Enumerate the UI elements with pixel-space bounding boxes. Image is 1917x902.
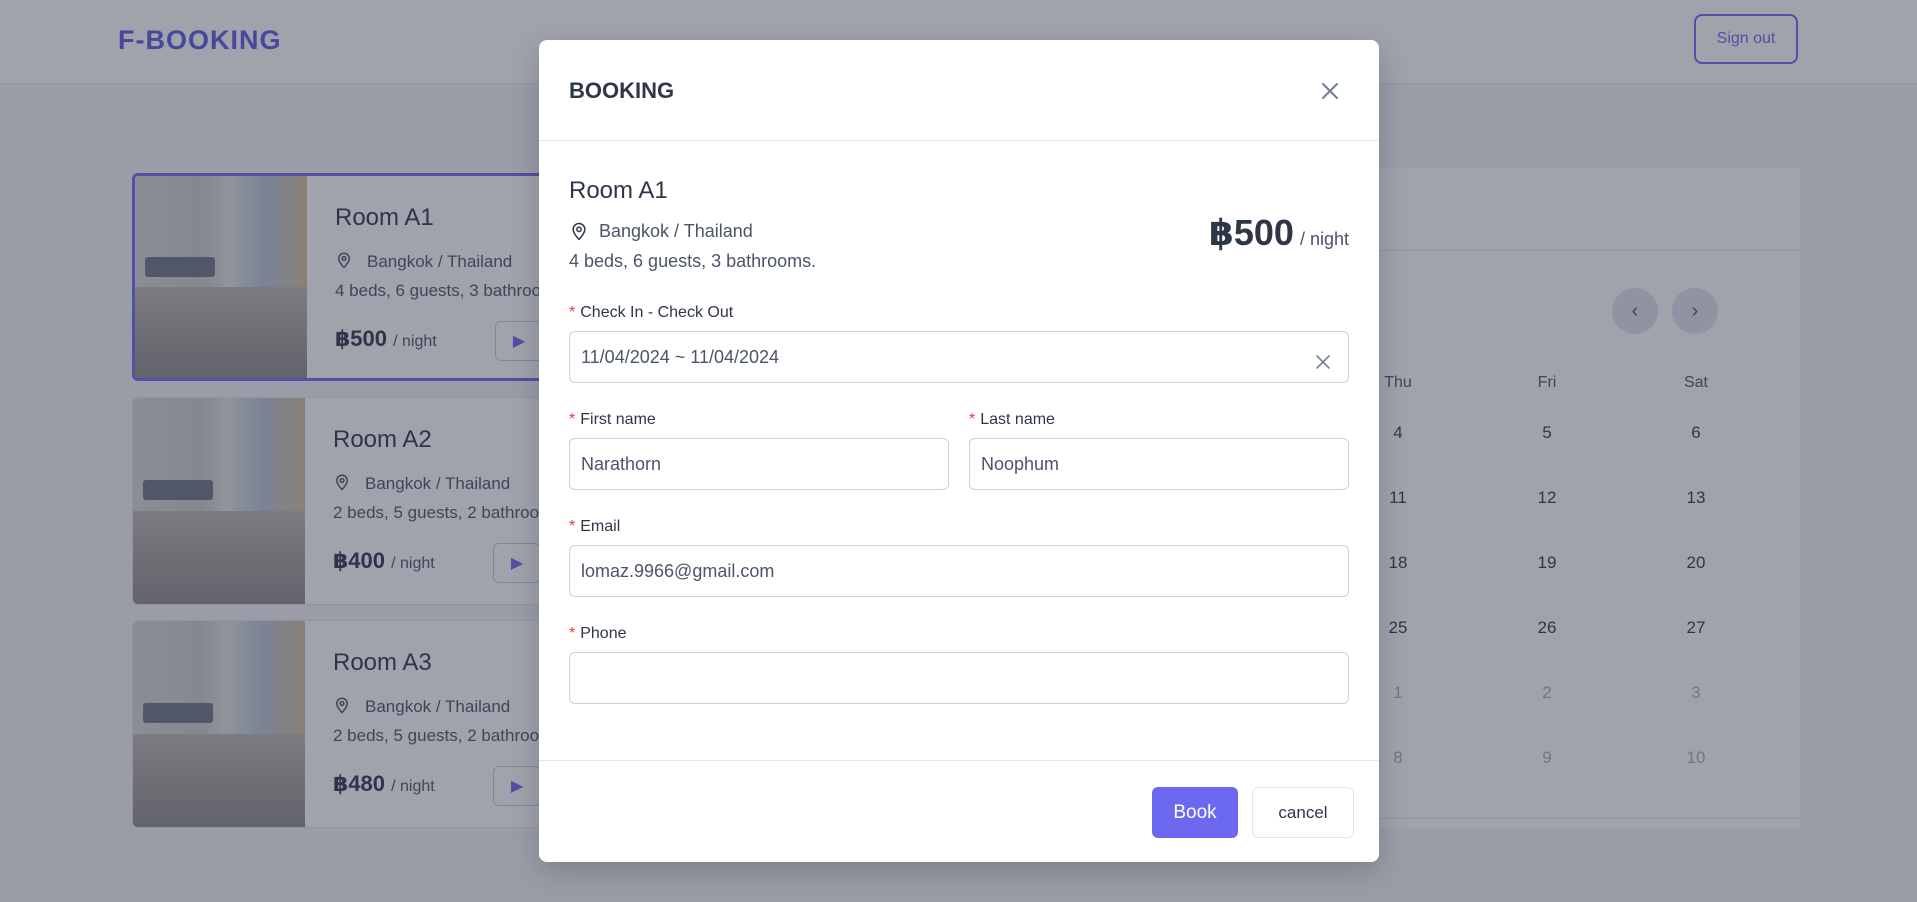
required-mark: *	[569, 625, 576, 642]
modal-header: BOOKING	[539, 40, 1379, 141]
cancel-button[interactable]: cancel	[1252, 787, 1354, 838]
modal-title: BOOKING	[569, 78, 675, 103]
email-input[interactable]	[569, 545, 1349, 597]
required-mark: *	[569, 411, 576, 428]
close-icon[interactable]	[1315, 76, 1345, 106]
required-mark: *	[569, 304, 576, 321]
required-mark: *	[969, 411, 976, 428]
room-features: 4 beds, 6 guests, 3 bathrooms.	[569, 251, 817, 271]
book-button[interactable]: Book	[1152, 787, 1238, 838]
room-price: ฿500 / night	[1209, 212, 1349, 254]
price-unit: / night	[1299, 229, 1349, 249]
required-mark: *	[569, 518, 576, 535]
booking-modal: BOOKING Room A1 Bangkok / Thailand 4 bed…	[539, 40, 1379, 862]
email-label: * Email	[569, 518, 621, 535]
dates-label: * Check In - Check Out	[569, 304, 734, 321]
room-name: Room A1	[569, 177, 668, 204]
first-name-input[interactable]	[569, 438, 949, 490]
location-pin-icon	[572, 222, 586, 241]
modal-footer: Book cancel	[539, 760, 1379, 862]
last-name-label: * Last name	[969, 411, 1055, 428]
first-name-label: * First name	[569, 411, 656, 428]
clear-icon[interactable]	[1311, 350, 1335, 374]
phone-input[interactable]	[569, 652, 1349, 704]
room-location: Bangkok / Thailand	[599, 221, 753, 241]
last-name-input[interactable]	[969, 438, 1349, 490]
price-amount: ฿500	[1208, 212, 1294, 253]
phone-label: * Phone	[569, 625, 627, 642]
date-range-input[interactable]	[569, 331, 1349, 383]
